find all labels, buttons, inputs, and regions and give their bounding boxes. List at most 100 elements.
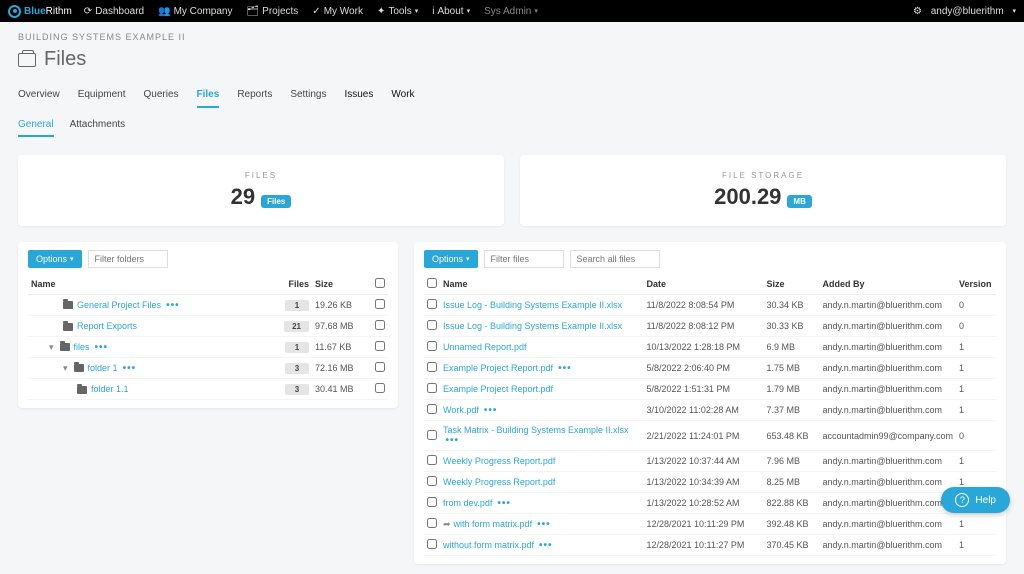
file-name[interactable]: Issue Log - Building Systems Example II.… [443, 300, 622, 310]
file-actions[interactable]: ••• [539, 540, 553, 551]
folder-checkbox[interactable] [375, 362, 385, 372]
file-row[interactable]: Unnamed Report.pdf10/13/2022 1:28:18 PM6… [424, 337, 996, 358]
col-added[interactable]: Added By [819, 274, 956, 295]
file-name[interactable]: Task Matrix - Building Systems Example I… [443, 425, 629, 435]
nav-user-menu[interactable]: ⚙ andy@bluerithm ▾ [913, 6, 1016, 17]
col-size[interactable]: Size [763, 274, 819, 295]
expand-toggle[interactable]: ▾ [49, 342, 57, 353]
files-options-button[interactable]: Options▾ [424, 250, 478, 268]
nav-sysadmin[interactable]: Sys Admin▾ [484, 6, 538, 17]
file-row[interactable]: Weekly Progress Report.pdf1/13/2022 10:3… [424, 451, 996, 472]
help-button[interactable]: ? Help [941, 487, 1010, 513]
file-checkbox[interactable] [427, 476, 437, 486]
tab-equipment[interactable]: Equipment [78, 89, 126, 108]
file-name[interactable]: with form matrix.pdf [454, 519, 533, 529]
file-checkbox[interactable] [427, 455, 437, 465]
folder-name[interactable]: General Project Files [77, 300, 161, 310]
file-name[interactable]: Example Project Report.pdf [443, 384, 553, 394]
folder-name[interactable]: files [74, 342, 90, 352]
col-version[interactable]: Version [956, 274, 996, 295]
file-checkbox[interactable] [427, 404, 437, 414]
file-name[interactable]: Unnamed Report.pdf [443, 342, 527, 352]
files-select-all[interactable] [427, 278, 437, 288]
nav-projects[interactable]: 🗂Projects [246, 6, 298, 17]
file-name[interactable]: Weekly Progress Report.pdf [443, 456, 555, 466]
file-actions[interactable]: ••• [497, 498, 511, 509]
subtab-general[interactable]: General [18, 119, 54, 137]
tab-queries[interactable]: Queries [144, 89, 179, 108]
file-name[interactable]: Issue Log - Building Systems Example II.… [443, 321, 622, 331]
folder-actions[interactable]: ••• [166, 300, 180, 311]
file-row[interactable]: Work.pdf •••3/10/2022 11:02:28 AM7.37 MB… [424, 400, 996, 421]
nav-dashboard[interactable]: ⟳Dashboard [84, 6, 144, 17]
col-date[interactable]: Date [643, 274, 763, 295]
file-checkbox[interactable] [427, 341, 437, 351]
folder-row[interactable]: General Project Files •••119.26 KB [28, 295, 388, 316]
file-name[interactable]: Example Project Report.pdf [443, 363, 553, 373]
file-checkbox[interactable] [427, 430, 437, 440]
col-name[interactable]: Name [28, 274, 268, 295]
file-row[interactable]: ➦with form matrix.pdf •••12/28/2021 10:1… [424, 514, 996, 535]
file-row[interactable]: without form matrix.pdf •••12/28/2021 10… [424, 535, 996, 556]
file-row[interactable]: Weekly Progress Report.pdf1/13/2022 10:3… [424, 472, 996, 493]
files-filter-input[interactable] [484, 250, 564, 268]
files-search-input[interactable] [570, 250, 660, 268]
subtab-attachments[interactable]: Attachments [70, 119, 126, 137]
col-files[interactable]: Files [268, 274, 312, 295]
file-name[interactable]: Weekly Progress Report.pdf [443, 477, 555, 487]
folder-row[interactable]: Report Exports2197.68 MB [28, 316, 388, 337]
col-name[interactable]: Name [440, 274, 643, 295]
folders-select-all[interactable] [375, 278, 385, 288]
file-date: 1/13/2022 10:28:52 AM [643, 493, 763, 514]
folder-row[interactable]: ▾ folder 1 •••372.16 MB [28, 358, 388, 379]
folder-actions[interactable]: ••• [95, 342, 109, 353]
file-actions[interactable]: ••• [537, 519, 551, 530]
folders-options-button[interactable]: Options▾ [28, 250, 82, 268]
file-name[interactable]: without form matrix.pdf [443, 540, 534, 550]
file-row[interactable]: Example Project Report.pdf5/8/2022 1:51:… [424, 379, 996, 400]
folder-row[interactable]: folder 1.1330.41 MB [28, 379, 388, 400]
folder-name[interactable]: folder 1 [88, 363, 118, 373]
file-checkbox[interactable] [427, 497, 437, 507]
file-row[interactable]: Issue Log - Building Systems Example II.… [424, 295, 996, 316]
file-row[interactable]: Issue Log - Building Systems Example II.… [424, 316, 996, 337]
folder-name[interactable]: Report Exports [77, 321, 137, 331]
file-name[interactable]: Work.pdf [443, 405, 479, 415]
col-size[interactable]: Size [312, 274, 372, 295]
file-checkbox[interactable] [427, 320, 437, 330]
file-actions[interactable]: ••• [446, 435, 460, 446]
file-actions[interactable]: ••• [484, 405, 498, 416]
folder-actions[interactable]: ••• [123, 363, 137, 374]
file-name[interactable]: from dev.pdf [443, 498, 492, 508]
folder-checkbox[interactable] [375, 299, 385, 309]
top-nav: BlueRithm ⟳Dashboard 👥My Company 🗂Projec… [0, 0, 1024, 22]
expand-toggle[interactable]: ▾ [63, 363, 71, 374]
nav-mycompany[interactable]: 👥My Company [158, 6, 232, 17]
tab-issues[interactable]: Issues [344, 89, 373, 108]
file-row[interactable]: from dev.pdf •••1/13/2022 10:28:52 AM822… [424, 493, 996, 514]
nav-about[interactable]: iAbout▾ [432, 6, 470, 17]
folder-row[interactable]: ▾ files •••111.67 KB [28, 337, 388, 358]
nav-mywork[interactable]: ✓My Work [312, 6, 363, 17]
file-row[interactable]: Task Matrix - Building Systems Example I… [424, 421, 996, 451]
tab-work[interactable]: Work [391, 89, 414, 108]
folder-name[interactable]: folder 1.1 [91, 384, 129, 394]
brand-logo[interactable]: BlueRithm [8, 5, 72, 18]
file-checkbox[interactable] [427, 299, 437, 309]
file-row[interactable]: Example Project Report.pdf •••5/8/2022 2… [424, 358, 996, 379]
tab-overview[interactable]: Overview [18, 89, 60, 108]
nav-tools[interactable]: ✦Tools▾ [377, 6, 418, 17]
folder-checkbox[interactable] [375, 320, 385, 330]
file-checkbox[interactable] [427, 362, 437, 372]
folder-checkbox[interactable] [375, 383, 385, 393]
file-checkbox[interactable] [427, 383, 437, 393]
tab-settings[interactable]: Settings [290, 89, 326, 108]
tab-files[interactable]: Files [197, 89, 220, 108]
folder-checkbox[interactable] [375, 341, 385, 351]
file-checkbox[interactable] [427, 539, 437, 549]
file-version: 0 [956, 421, 996, 451]
tab-reports[interactable]: Reports [237, 89, 272, 108]
folders-filter-input[interactable] [88, 250, 168, 268]
folder-file-count: 1 [285, 300, 309, 311]
file-actions[interactable]: ••• [558, 363, 572, 374]
